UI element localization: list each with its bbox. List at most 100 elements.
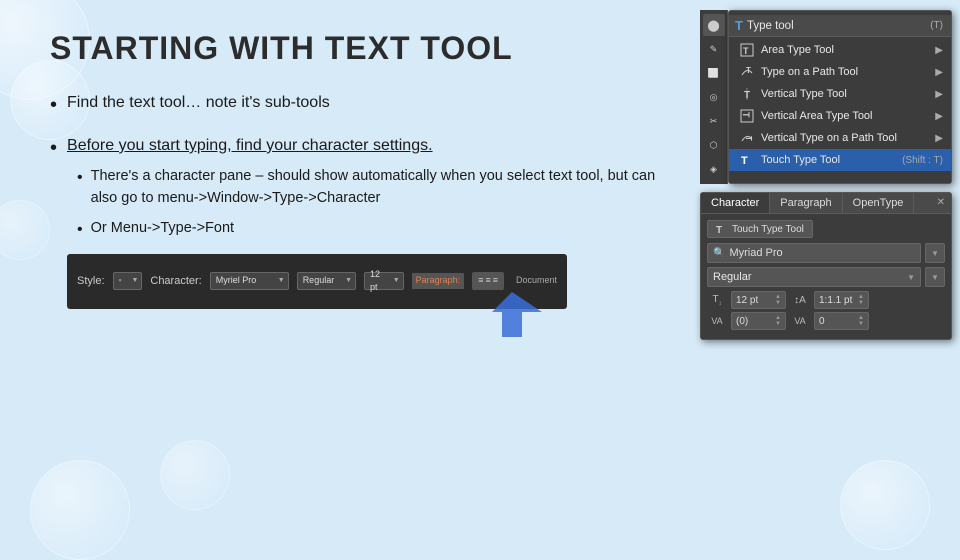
char-style-row: Regular ▼ ▼	[707, 267, 945, 287]
character-panel: Character Paragraph OpenType ✕ T Touch T…	[700, 192, 952, 340]
char-touch-type-btn[interactable]: T Touch Type Tool	[707, 220, 813, 238]
char-font-search[interactable]: 🔍 Myriad Pro	[707, 243, 921, 263]
arrow-annotation	[492, 292, 542, 342]
char-panel-close[interactable]: ✕	[931, 193, 951, 213]
char-font-dropdown-icon: ▼	[931, 249, 939, 258]
path-type-arrow: ▶	[935, 67, 943, 78]
toolbar-item-touch-type[interactable]: T Touch Type Tool (Shift : T)	[729, 149, 951, 171]
svg-text:T: T	[741, 155, 748, 167]
left-toolbar: ⬤ ✎ ⬜ ◎ ✂ ⬡ ◈	[700, 10, 728, 184]
toolbar-btn-1[interactable]: ⬤	[703, 14, 725, 36]
char-font-dropdown-btn[interactable]: ▼	[925, 243, 945, 263]
toolbar-popup: T Type tool (T) T Area Type Tool ▶	[728, 10, 952, 184]
leading-icon: ↕A	[790, 295, 810, 306]
size-icon: T↕	[707, 294, 727, 307]
toolbar-shortcut: (T)	[930, 20, 943, 31]
area-type-label: Area Type Tool	[761, 44, 929, 56]
char-size-arrows: ▲ ▼	[775, 294, 781, 306]
search-icon: 🔍	[713, 248, 725, 259]
char-track-arrows: ▲ ▼	[858, 315, 864, 327]
bar-font-dropdown[interactable]: Myriel Pro	[210, 272, 289, 290]
toolbar-item-area-type[interactable]: T Area Type Tool ▶	[729, 39, 951, 61]
vertical-type-arrow: ▶	[935, 89, 943, 100]
char-track-down[interactable]: ▼	[858, 321, 864, 327]
char-panel-body: T Touch Type Tool 🔍 Myriad Pro ▼	[701, 214, 951, 339]
toolbar-popup-header: T Type tool (T)	[729, 15, 951, 37]
toolbar-btn-4[interactable]: ◎	[703, 86, 725, 108]
area-type-icon: T	[739, 42, 755, 58]
char-kern-field[interactable]: (0) ▲ ▼	[731, 312, 786, 330]
toolbar-item-vertical-path[interactable]: T Vertical Type on a Path Tool ▶	[729, 127, 951, 149]
bar-document-label: Document	[516, 274, 557, 288]
char-leading-down[interactable]: ▼	[858, 300, 864, 306]
svg-text:T: T	[744, 136, 753, 141]
char-style-dropdown[interactable]: Regular ▼	[707, 267, 921, 287]
tab-opentype[interactable]: OpenType	[843, 193, 915, 213]
vertical-area-label: Vertical Area Type Tool	[761, 110, 929, 122]
bar-style-val-dropdown[interactable]: Regular	[297, 272, 356, 290]
char-track-field[interactable]: 0 ▲ ▼	[814, 312, 869, 330]
bar-style-dropdown[interactable]: ▪	[113, 272, 143, 290]
svg-text:T: T	[716, 225, 722, 235]
touch-type-label: Touch Type Tool	[761, 154, 896, 166]
char-leading-arrows: ▲ ▼	[858, 294, 864, 306]
page-title: STARTING WITH TEXT TOOL	[50, 30, 670, 67]
char-size-down[interactable]: ▼	[775, 300, 781, 306]
sub-bullet-2: Or Menu->Type->Font	[77, 218, 670, 242]
char-leading-field[interactable]: 1:1.1 pt ▲ ▼	[814, 291, 869, 309]
sub-bullet-1: There's a character pane – should show a…	[77, 166, 670, 210]
char-size-row: T↕ 12 pt ▲ ▼ ↕A 1:1.1 pt ▲ ▼	[707, 291, 945, 309]
svg-text:T: T	[743, 46, 749, 56]
toolbar-item-path-type[interactable]: T Type on a Path Tool ▶	[729, 61, 951, 83]
svg-text:T: T	[741, 112, 751, 118]
char-kern-arrows: ▲ ▼	[775, 315, 781, 327]
char-style-arrow: ▼	[907, 273, 915, 282]
type-tool-icon: T	[735, 18, 743, 33]
char-panel-tabs: Character Paragraph OpenType ✕	[701, 193, 951, 214]
type-tool-label[interactable]: Type tool	[747, 20, 794, 32]
toolbar-btn-3[interactable]: ⬜	[703, 62, 725, 84]
char-font-value: Myriad Pro	[729, 247, 782, 259]
toolbar-btn-7[interactable]: ◈	[703, 158, 725, 180]
right-panel: ⬤ ✎ ⬜ ◎ ✂ ⬡ ◈ T Type tool (T)	[700, 0, 960, 540]
char-kern-row: VA (0) ▲ ▼ VA 0 ▲ ▼	[707, 312, 945, 330]
sub-bullet-list: There's a character pane – should show a…	[77, 166, 670, 242]
toolbar-header-left: T Type tool	[735, 18, 794, 33]
path-type-icon: T	[739, 64, 755, 80]
vertical-area-arrow: ▶	[935, 111, 943, 122]
vertical-type-label: Vertical Type Tool	[761, 88, 929, 100]
char-style-btn-icon: ▼	[931, 273, 939, 282]
char-size-field[interactable]: 12 pt ▲ ▼	[731, 291, 786, 309]
touch-type-icon: T	[739, 152, 755, 168]
svg-text:T: T	[746, 66, 751, 75]
bullet-item-1: Find the text tool… note it's sub-tools	[50, 91, 670, 120]
bullet-item-2: Before you start typing, find your chara…	[50, 134, 670, 309]
vertical-path-icon: T	[739, 130, 755, 146]
char-kern-down[interactable]: ▼	[775, 321, 781, 327]
touch-type-shortcut: (Shift : T)	[902, 155, 943, 166]
bar-style-label: Style:	[77, 273, 105, 290]
left-panel: STARTING WITH TEXT TOOL Find the text to…	[0, 0, 700, 540]
kerning-icon: VA	[707, 316, 727, 326]
toolbar-popup-container: ⬤ ✎ ⬜ ◎ ✂ ⬡ ◈ T Type tool (T)	[700, 10, 952, 184]
vertical-path-arrow: ▶	[935, 133, 943, 144]
tab-paragraph[interactable]: Paragraph	[770, 193, 842, 213]
bar-align-icons: ≡ ≡ ≡	[472, 272, 504, 290]
char-font-row: 🔍 Myriad Pro ▼	[707, 243, 945, 263]
bar-char-label: Character:	[150, 273, 201, 290]
bar-paragraph-label: Paragraph:	[412, 273, 465, 289]
path-type-label: Type on a Path Tool	[761, 66, 929, 78]
vertical-type-icon: T	[739, 86, 755, 102]
tracking-icon: VA	[790, 316, 810, 326]
vertical-path-label: Vertical Type on a Path Tool	[761, 132, 929, 144]
bar-size-dropdown[interactable]: 12 pt	[364, 272, 404, 290]
toolbar-btn-6[interactable]: ⬡	[703, 134, 725, 156]
area-type-arrow: ▶	[935, 45, 943, 56]
toolbar-item-vertical-area[interactable]: T Vertical Area Type Tool ▶	[729, 105, 951, 127]
toolbar-btn-5[interactable]: ✂	[703, 110, 725, 132]
toolbar-item-vertical-type[interactable]: T Vertical Type Tool ▶	[729, 83, 951, 105]
char-style-dropdown-btn[interactable]: ▼	[925, 267, 945, 287]
tab-character[interactable]: Character	[701, 193, 770, 213]
bullet-list: Find the text tool… note it's sub-tools …	[50, 91, 670, 323]
toolbar-btn-2[interactable]: ✎	[703, 38, 725, 60]
